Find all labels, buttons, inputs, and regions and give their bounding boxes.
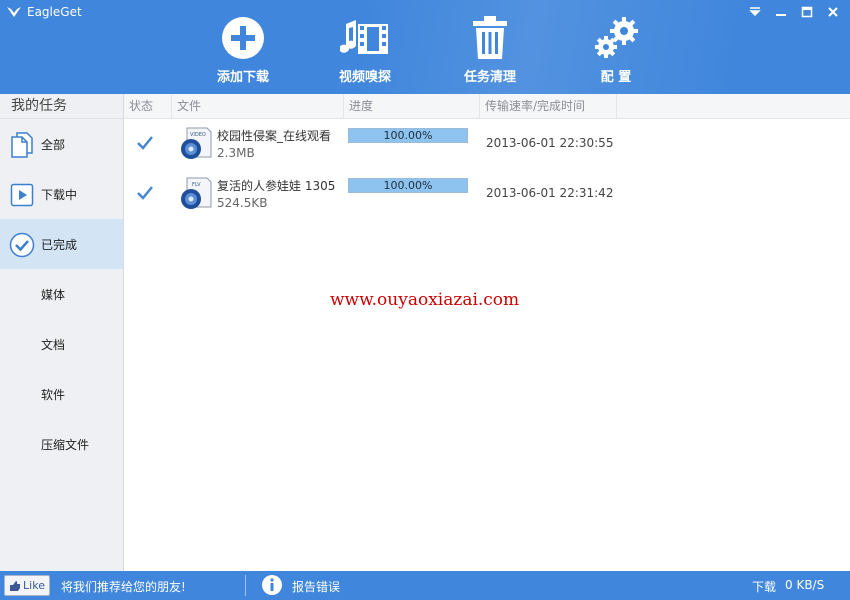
sidebar-item-label: 媒体 (41, 287, 66, 302)
column-header-status[interactable]: 状态 (124, 93, 172, 119)
task-clean-button[interactable]: 任务清理 (440, 14, 540, 85)
column-header-file[interactable]: 文件 (172, 93, 344, 119)
sidebar: 我的任务 全部 下载中 已完成 媒体 文档 软件 压缩文件 (0, 94, 124, 571)
svg-text:FLV: FLV (192, 182, 201, 188)
video-film-icon (340, 20, 388, 54)
minimize-icon (776, 14, 786, 16)
settings-button[interactable]: 配 置 (566, 14, 666, 85)
task-list: 状态 文件 进度 传输速率/完成时间 VIDEO 校园性侵案_在线观看 2.3M… (124, 93, 850, 571)
file-name: 校园性侵案_在线观看 (217, 129, 332, 143)
svg-text:VIDEO: VIDEO (190, 132, 206, 138)
completion-time: 2013-06-01 22:30:55 (486, 136, 614, 150)
download-speed-label: 下载 (752, 580, 777, 594)
close-button[interactable] (822, 3, 844, 21)
settings-label: 配 置 (600, 70, 632, 85)
title-toolbar-band: EagleGet 添加下载 视频嗅探 任务清理 配 置 (0, 0, 850, 94)
sidebar-item-label: 压缩文件 (41, 437, 90, 452)
report-error-link[interactable]: 报告错误 (292, 578, 340, 595)
flv-file-icon: FLV (181, 177, 212, 209)
file-name: 复活的人参娃娃 1305 (217, 179, 336, 193)
documents-icon (11, 132, 33, 158)
gears-icon (595, 17, 638, 58)
maximize-button[interactable] (796, 3, 818, 21)
column-header-progress[interactable]: 进度 (344, 93, 480, 119)
sidebar-item-all[interactable]: 全部 (0, 119, 123, 169)
sidebar-item-label: 全部 (41, 137, 66, 152)
checkmark-icon (137, 186, 153, 200)
play-icon (10, 183, 34, 207)
progress-text: 100.00% (383, 129, 433, 142)
chevron-down-icon (749, 7, 761, 17)
sidebar-item-label: 文档 (41, 337, 66, 352)
add-download-label: 添加下载 (216, 70, 269, 85)
table-row[interactable]: FLV 复活的人参娃娃 1305 524.5KB 100.00% 2013-06… (124, 169, 850, 219)
download-speed-value: 0 KB/S (785, 578, 825, 592)
task-clean-label: 任务清理 (463, 70, 516, 85)
column-headers: 状态 文件 进度 传输速率/完成时间 (124, 93, 850, 119)
trash-icon (473, 16, 507, 59)
sidebar-item-media[interactable]: 媒体 (0, 269, 123, 319)
checkmark-icon (137, 136, 153, 150)
info-icon (262, 575, 282, 595)
app-title: EagleGet (27, 5, 82, 19)
progress-text: 100.00% (383, 179, 433, 192)
minimize-button[interactable] (770, 3, 792, 21)
completion-time: 2013-06-01 22:31:42 (486, 186, 614, 200)
add-circle-icon (222, 17, 264, 59)
like-label: Like (23, 579, 45, 592)
divider (245, 575, 246, 596)
window-controls (744, 3, 844, 21)
video-sniff-button[interactable]: 视频嗅探 (315, 14, 415, 85)
sidebar-item-label: 下载中 (41, 187, 78, 202)
video-file-icon: VIDEO (181, 127, 212, 159)
eagleget-logo-icon (7, 7, 21, 17)
close-icon (828, 7, 838, 17)
status-bar: Like 将我们推荐给您的朋友! 报告错误 下载 0 KB/S (0, 571, 850, 600)
maximize-icon (801, 6, 813, 18)
sidebar-item-label: 已完成 (41, 237, 78, 252)
facebook-like-button[interactable]: Like (4, 575, 50, 596)
sidebar-header: 我的任务 (0, 94, 123, 119)
sidebar-item-archives[interactable]: 压缩文件 (0, 419, 123, 469)
sidebar-item-downloading[interactable]: 下载中 (0, 169, 123, 219)
progress-bar: 100.00% (348, 128, 468, 143)
file-size: 524.5KB (217, 196, 268, 210)
video-sniff-label: 视频嗅探 (338, 70, 391, 85)
check-circle-icon (9, 232, 35, 258)
header-decoration (360, 0, 740, 94)
sidebar-item-completed[interactable]: 已完成 (0, 219, 123, 269)
table-row[interactable]: VIDEO 校园性侵案_在线观看 2.3MB 100.00% 2013-06-0… (124, 119, 850, 169)
thumbs-up-icon (10, 580, 21, 591)
watermark-text: www.ouyaoxiazai.com (330, 290, 520, 310)
file-size: 2.3MB (217, 146, 255, 160)
sidebar-item-documents[interactable]: 文档 (0, 319, 123, 369)
recommend-link[interactable]: 将我们推荐给您的朋友! (61, 578, 186, 595)
menu-dropdown-button[interactable] (744, 3, 766, 21)
sidebar-item-software[interactable]: 软件 (0, 369, 123, 419)
column-header-time[interactable]: 传输速率/完成时间 (480, 93, 617, 119)
sidebar-item-label: 软件 (41, 387, 66, 402)
progress-bar: 100.00% (348, 178, 468, 193)
add-download-button[interactable]: 添加下载 (193, 14, 293, 85)
